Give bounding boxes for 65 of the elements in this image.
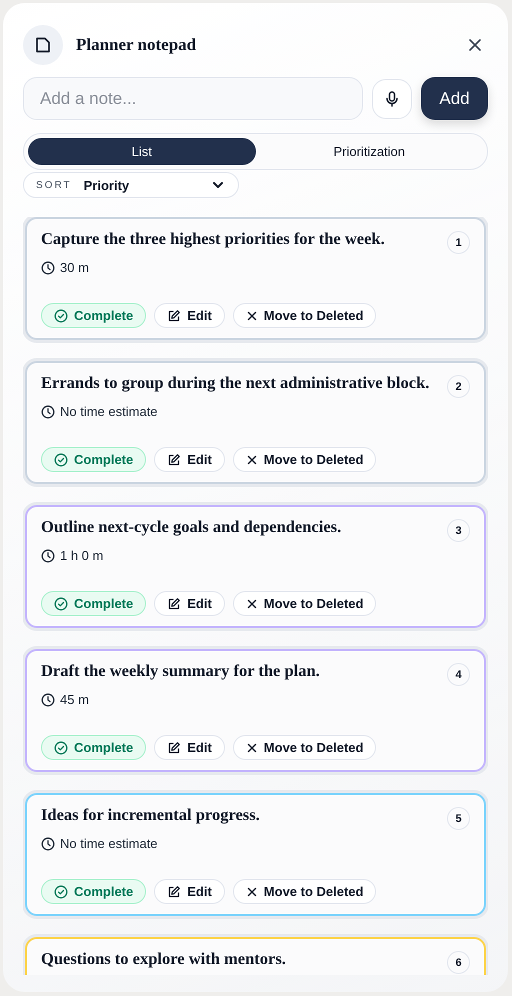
- close-icon[interactable]: [468, 38, 482, 52]
- delete-button[interactable]: Move to Deleted: [232, 879, 376, 904]
- time-estimate: No time estimate: [60, 404, 158, 419]
- delete-button[interactable]: Move to Deleted: [232, 303, 376, 328]
- panel-title: Planner notepad: [76, 35, 198, 55]
- time-estimate: No time estimate: [60, 836, 158, 851]
- time-estimate: 30 m: [60, 260, 89, 275]
- check-circle-icon: [54, 452, 68, 466]
- rank-badge: 1: [447, 231, 470, 254]
- note-title: Errands to group during the next administrative block.: [41, 372, 430, 394]
- complete-button[interactable]: Complete: [41, 879, 146, 904]
- note-title: Outline next-cycle goals and dependencies.: [41, 516, 342, 538]
- delete-button[interactable]: Move to Deleted: [232, 735, 376, 760]
- chevron-down-icon: [212, 181, 224, 189]
- close-icon: [246, 598, 258, 610]
- edit-button[interactable]: Edit: [154, 879, 225, 904]
- close-icon: [246, 886, 258, 898]
- close-icon: [246, 454, 258, 466]
- view-tab[interactable]: List: [28, 138, 256, 165]
- rank-badge: 6: [447, 951, 470, 974]
- delete-button[interactable]: Move to Deleted: [232, 591, 376, 616]
- document-icon: [23, 25, 63, 65]
- time-estimate: 1 h 0 m: [60, 548, 104, 563]
- close-icon: [246, 742, 258, 754]
- complete-button[interactable]: Complete: [41, 447, 146, 472]
- pencil-square-icon: [167, 884, 182, 898]
- note-title: Draft the weekly summary for the plan.: [41, 660, 321, 682]
- view-tab[interactable]: Prioritization: [256, 138, 483, 165]
- edit-button[interactable]: Edit: [154, 303, 225, 328]
- complete-button[interactable]: Complete: [41, 735, 146, 760]
- pencil-square-icon: [167, 308, 182, 322]
- pencil-square-icon: [167, 596, 182, 610]
- sort-value: Priority: [84, 178, 130, 192]
- edit-button[interactable]: Edit: [154, 591, 225, 616]
- rank-badge: 5: [447, 807, 470, 830]
- complete-button[interactable]: Complete: [41, 591, 146, 616]
- close-icon: [246, 310, 258, 322]
- clock-icon: [41, 548, 55, 562]
- clock-icon: [41, 692, 55, 706]
- rank-badge: 4: [447, 663, 470, 686]
- add-button[interactable]: Add: [421, 77, 488, 120]
- pencil-square-icon: [167, 740, 182, 754]
- edit-button[interactable]: Edit: [154, 735, 225, 760]
- time-estimate: 45 m: [60, 692, 89, 707]
- sort-dropdown[interactable]: SORT Priority: [23, 172, 239, 198]
- rank-badge: 2: [447, 375, 470, 398]
- rank-badge: 3: [447, 519, 470, 542]
- note-title: Ideas for incremental progress.: [41, 804, 261, 826]
- clock-icon: [41, 404, 55, 418]
- microphone-icon: [385, 90, 399, 106]
- microphone-button[interactable]: [372, 78, 412, 118]
- note-input-field[interactable]: Add a note...: [23, 77, 363, 120]
- complete-button[interactable]: Complete: [41, 303, 146, 328]
- edit-button[interactable]: Edit: [154, 447, 225, 472]
- clock-icon: [41, 260, 55, 274]
- check-circle-icon: [54, 308, 68, 322]
- check-circle-icon: [54, 884, 68, 898]
- sort-label: SORT: [36, 180, 72, 190]
- delete-button[interactable]: Move to Deleted: [232, 447, 376, 472]
- check-circle-icon: [54, 740, 68, 754]
- note-title: Questions to explore with mentors.: [41, 948, 287, 970]
- note-title: Capture the three highest priorities for the week.: [41, 228, 386, 250]
- check-circle-icon: [54, 596, 68, 610]
- clock-icon: [41, 836, 55, 850]
- pencil-square-icon: [167, 452, 182, 466]
